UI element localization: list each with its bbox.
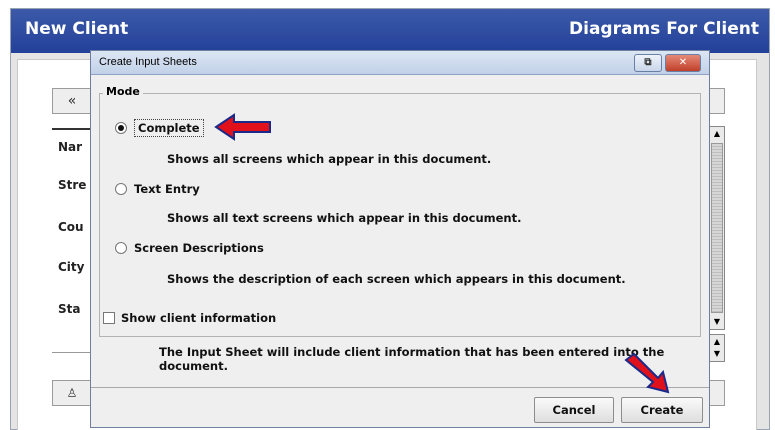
arrow-left-icon — [214, 113, 271, 141]
button-separator — [91, 387, 709, 388]
checkbox-icon[interactable] — [103, 311, 115, 324]
screen-descriptions-description: Shows the description of each screen whi… — [167, 272, 626, 286]
divider — [52, 352, 92, 353]
mini-scrollbar[interactable]: ▲ ▼ — [709, 334, 725, 362]
bottom-left-button[interactable]: ♙ — [52, 380, 92, 406]
street-label: Stre — [58, 178, 87, 192]
scroll-thumb[interactable] — [711, 143, 723, 313]
mode-legend: Mode — [103, 85, 143, 98]
scroll-down-icon[interactable]: ▼ — [711, 316, 723, 328]
create-button[interactable]: Create — [621, 397, 703, 423]
radio-selected-icon[interactable] — [115, 121, 127, 134]
cancel-button[interactable]: Cancel — [534, 397, 614, 423]
radio-text-entry[interactable]: Text Entry — [115, 182, 200, 196]
radio-screen-descriptions-label: Screen Descriptions — [134, 241, 264, 255]
app-title-right: Diagrams For Client — [569, 19, 759, 39]
app-header: New Client Diagrams For Client — [11, 9, 769, 53]
scroll-up-icon[interactable]: ▲ — [711, 336, 723, 348]
complete-description: Shows all screens which appear in this d… — [167, 152, 492, 166]
dialog-title: Create Input Sheets — [99, 56, 197, 68]
radio-screen-descriptions[interactable]: Screen Descriptions — [115, 241, 264, 255]
restore-icon[interactable]: ⧉ — [634, 54, 662, 72]
dialog-titlebar[interactable]: Create Input Sheets ⧉ ✕ — [91, 51, 709, 75]
radio-complete[interactable]: Complete — [115, 119, 204, 137]
scrollbar[interactable]: ▲ ▼ — [709, 126, 725, 330]
text-entry-description: Shows all text screens which appear in t… — [167, 211, 522, 225]
scroll-up-icon[interactable]: ▲ — [711, 128, 723, 140]
show-client-info-label: Show client information — [121, 311, 277, 325]
right-edge-button[interactable] — [709, 380, 725, 406]
county-label: Cou — [58, 220, 84, 234]
name-label: Nar — [58, 140, 83, 154]
state-label: Sta — [58, 302, 81, 316]
divider — [52, 128, 92, 130]
radio-unselected-icon[interactable] — [115, 241, 127, 254]
right-edge-button[interactable] — [709, 88, 725, 114]
radio-unselected-icon[interactable] — [115, 182, 127, 195]
show-client-info-checkbox[interactable]: Show client information — [103, 311, 276, 325]
app-title: New Client — [25, 19, 129, 39]
radio-complete-label: Complete — [134, 119, 204, 137]
create-input-sheets-dialog: Create Input Sheets ⧉ ✕ Mode Complete Sh… — [90, 50, 710, 428]
scroll-down-icon[interactable]: ▼ — [711, 348, 723, 360]
close-icon[interactable]: ✕ — [665, 54, 701, 72]
back-button[interactable]: « — [52, 88, 92, 114]
arrow-down-right-icon — [624, 352, 670, 394]
city-label: City — [58, 260, 85, 274]
radio-text-entry-label: Text Entry — [134, 182, 200, 196]
